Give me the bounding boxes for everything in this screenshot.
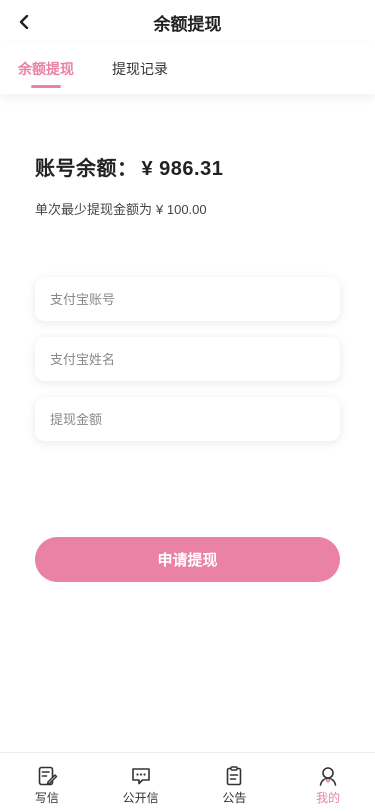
- active-tab-indicator: [31, 85, 61, 88]
- account-balance: 账号余额： ¥ 986.31: [35, 152, 223, 181]
- tab-records-label: 提现记录: [112, 61, 168, 77]
- withdraw-amount-field: [35, 397, 340, 441]
- minimum-withdraw-note: 单次最少提现金额为 ¥ 100.00: [35, 199, 207, 218]
- bottom-tabbar: 写信 公开信 公告 我的: [0, 752, 375, 812]
- chevron-left-icon: [19, 15, 29, 29]
- withdraw-page: 余额提现 余额提现 提现记录 账号余额： ¥ 986.31 单次最少提现金额为 ¥ …: [0, 0, 375, 812]
- nav-header: 余额提现: [0, 0, 375, 44]
- alipay-name-field: [35, 337, 340, 381]
- back-button[interactable]: [12, 10, 36, 34]
- tab-withdraw[interactable]: 余额提现: [18, 59, 74, 88]
- minimum-note-label: 单次最少提现金额为: [35, 202, 153, 217]
- profile-icon: [319, 767, 337, 786]
- withdraw-amount-input[interactable]: [50, 411, 340, 427]
- tabbar-label-profile: 我的: [316, 791, 341, 805]
- alipay-account-field: [35, 277, 340, 321]
- tabbar-item-write[interactable]: 写信: [0, 753, 94, 812]
- open-letter-icon: [131, 768, 150, 785]
- tabbar-item-open-letter[interactable]: 公开信: [94, 753, 188, 812]
- apply-withdraw-button[interactable]: 申请提现: [35, 537, 340, 582]
- tab-withdraw-label: 余额提现: [18, 61, 74, 77]
- write-letter-icon: [38, 766, 58, 786]
- notice-icon: [227, 766, 242, 786]
- tab-bar: 余额提现 提现记录: [0, 44, 375, 94]
- alipay-name-input[interactable]: [50, 351, 340, 367]
- tabbar-label-notice: 公告: [222, 791, 247, 805]
- tabbar-label-open-letter: 公开信: [122, 791, 159, 805]
- tabbar-item-profile[interactable]: 我的: [281, 753, 375, 812]
- tab-withdraw-records[interactable]: 提现记录: [112, 59, 168, 79]
- tabbar-item-notice[interactable]: 公告: [188, 753, 282, 812]
- balance-amount: ¥ 986.31: [141, 158, 224, 180]
- minimum-note-amount: ¥ 100.00: [156, 202, 207, 217]
- balance-label: 账号余额：: [35, 158, 138, 180]
- alipay-account-input[interactable]: [50, 291, 340, 307]
- page-title: 余额提现: [153, 14, 222, 34]
- tabbar-label-write: 写信: [34, 791, 59, 805]
